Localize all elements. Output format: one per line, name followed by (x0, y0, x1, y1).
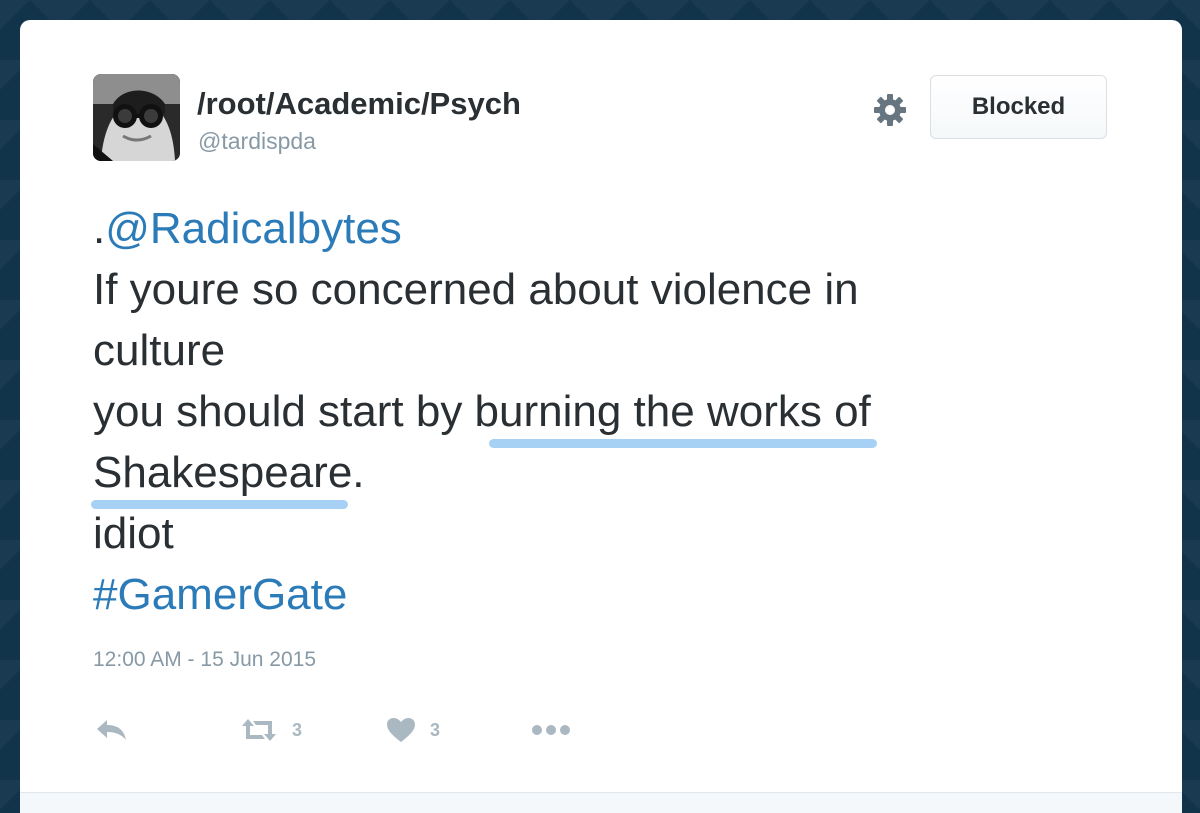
highlighted-text: Shakespeare (90, 442, 352, 509)
retweet-count: 3 (292, 719, 303, 740)
more-button[interactable] (531, 710, 571, 750)
reply-icon (97, 720, 126, 740)
reply-button[interactable] (95, 710, 129, 750)
heart-icon (387, 718, 415, 742)
display-name[interactable]: /root/Academic/Psych (197, 86, 521, 122)
more-icon (532, 725, 570, 735)
retweet-icon (242, 719, 276, 741)
tweet-prefix: . (93, 204, 106, 253)
tweet-line-5-text: . (352, 448, 365, 497)
avatar-image (93, 74, 180, 161)
user-handle[interactable]: @tardispda (198, 128, 316, 155)
tweet-text: .@Radicalbytes If youre so concerned abo… (90, 198, 1093, 625)
gear-icon[interactable] (872, 92, 908, 128)
tweet-line-7: #GamerGate (93, 564, 1093, 625)
tweet-line-5: Shakespeare. (90, 442, 1093, 509)
like-count: 3 (430, 719, 441, 740)
tweet-line-3: culture (93, 326, 226, 375)
tweet-timestamp[interactable]: 12:00 AM - 15 Jun 2015 (93, 648, 316, 672)
tweet-card: /root/Academic/Psych @tardispda Blocked … (20, 20, 1182, 813)
blocked-button[interactable]: Blocked (930, 75, 1107, 139)
card-footer (20, 792, 1182, 813)
tweet-line-6: idiot (93, 509, 174, 558)
tweet-line-2: If youre so concerned about violence in (93, 265, 859, 314)
tweet-line-4: you should start by burning the works of (93, 381, 1093, 448)
avatar[interactable] (93, 74, 180, 161)
retweet-button[interactable]: 3 (240, 710, 302, 750)
highlighted-text: burning the works of (475, 381, 877, 448)
like-button[interactable]: 3 (386, 710, 440, 750)
tweet-line-1: .@Radicalbytes (93, 198, 1093, 259)
hashtag-link[interactable]: #GamerGate (93, 570, 347, 619)
tweet-actions: 3 3 (93, 710, 653, 750)
mention-link[interactable]: @Radicalbytes (105, 204, 402, 253)
tweet-line-4-text: you should start by (93, 387, 475, 436)
